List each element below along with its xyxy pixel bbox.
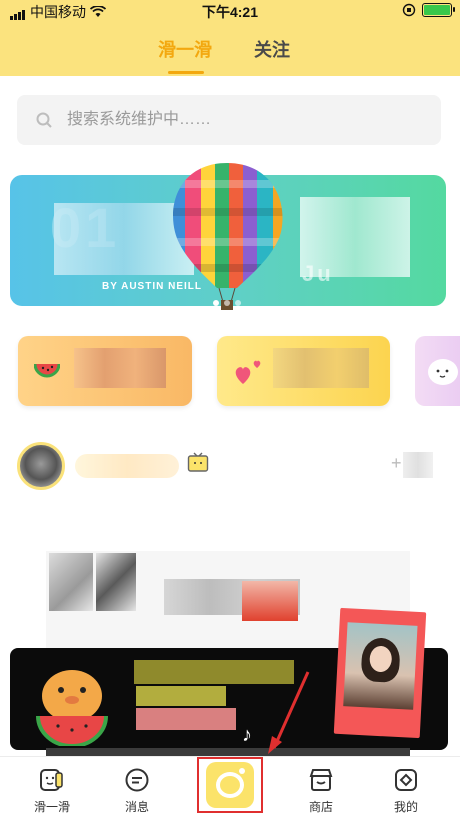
store-icon [309,769,333,791]
category-card[interactable] [217,336,390,406]
author-name-blurred [75,454,179,478]
page-dot [224,300,230,306]
camera-dot-icon [239,768,245,774]
page-dot [235,300,241,306]
tab-swipe[interactable]: 滑一滑 [158,36,212,62]
plus-icon: + [391,453,402,473]
annotation-arrow-icon [268,671,310,754]
status-bar: 中国移动 下午4:21 [0,0,460,22]
tv-badge-icon [187,452,209,472]
hot-air-balloon-image [173,163,283,310]
battery-icon [422,3,455,17]
hamster-watermelon-image [36,670,108,746]
search-bar[interactable] [17,95,441,145]
swipe-icon [40,769,63,791]
message-icon [125,768,149,792]
tabbar-label: 滑一滑 [33,800,70,814]
promo-subtitle-blurred [136,686,226,706]
avatar[interactable] [17,442,65,490]
search-input[interactable] [67,107,427,133]
promo-tag-blurred [136,708,236,730]
page-dot [213,300,219,306]
orientation-lock-icon [402,3,416,17]
tab-follow[interactable]: 关注 [254,36,290,62]
music-note-icon: ♪ [242,724,252,746]
follow-label-blurred [403,452,433,478]
camera-icon [206,762,254,808]
category-card[interactable] [415,336,460,406]
post-image [49,553,93,611]
post-author-row: + [17,442,447,492]
tabbar-item-store[interactable]: 商店 [286,757,356,817]
post-image [96,553,136,611]
active-tab-indicator [168,71,204,74]
profile-icon [395,769,417,791]
post-sticker-blurred [242,581,298,621]
camera-lens-icon [216,772,244,798]
photo-sticker-card [333,607,427,739]
clock: 下午4:21 [201,4,259,20]
camera-button[interactable] [197,757,263,813]
follow-button[interactable]: + [391,446,435,482]
banner-pagination [213,300,241,306]
tabbar-item-messages[interactable]: 消息 [102,757,172,817]
category-card[interactable] [18,336,192,406]
hearts-icon [235,360,261,384]
tabbar-label: 消息 [124,800,149,814]
banner-subtext: Ju [302,261,334,286]
top-tabs: 滑一滑 关注 [0,36,460,76]
category-title-blurred [273,348,369,388]
sticker-icon [428,359,458,385]
tabbar-label: 商店 [308,800,333,814]
tabbar-item-swipe[interactable]: 滑一滑 [17,757,87,817]
watermelon-icon [34,363,60,378]
photo-image [343,622,418,710]
header: 中国移动 下午4:21 滑一滑 关注 [0,0,460,76]
category-title-blurred [74,348,166,388]
search-icon [36,112,52,128]
tabbar-item-profile[interactable]: 我的 [371,757,441,817]
tabbar-label: 我的 [393,800,418,814]
feed-divider [46,748,410,756]
